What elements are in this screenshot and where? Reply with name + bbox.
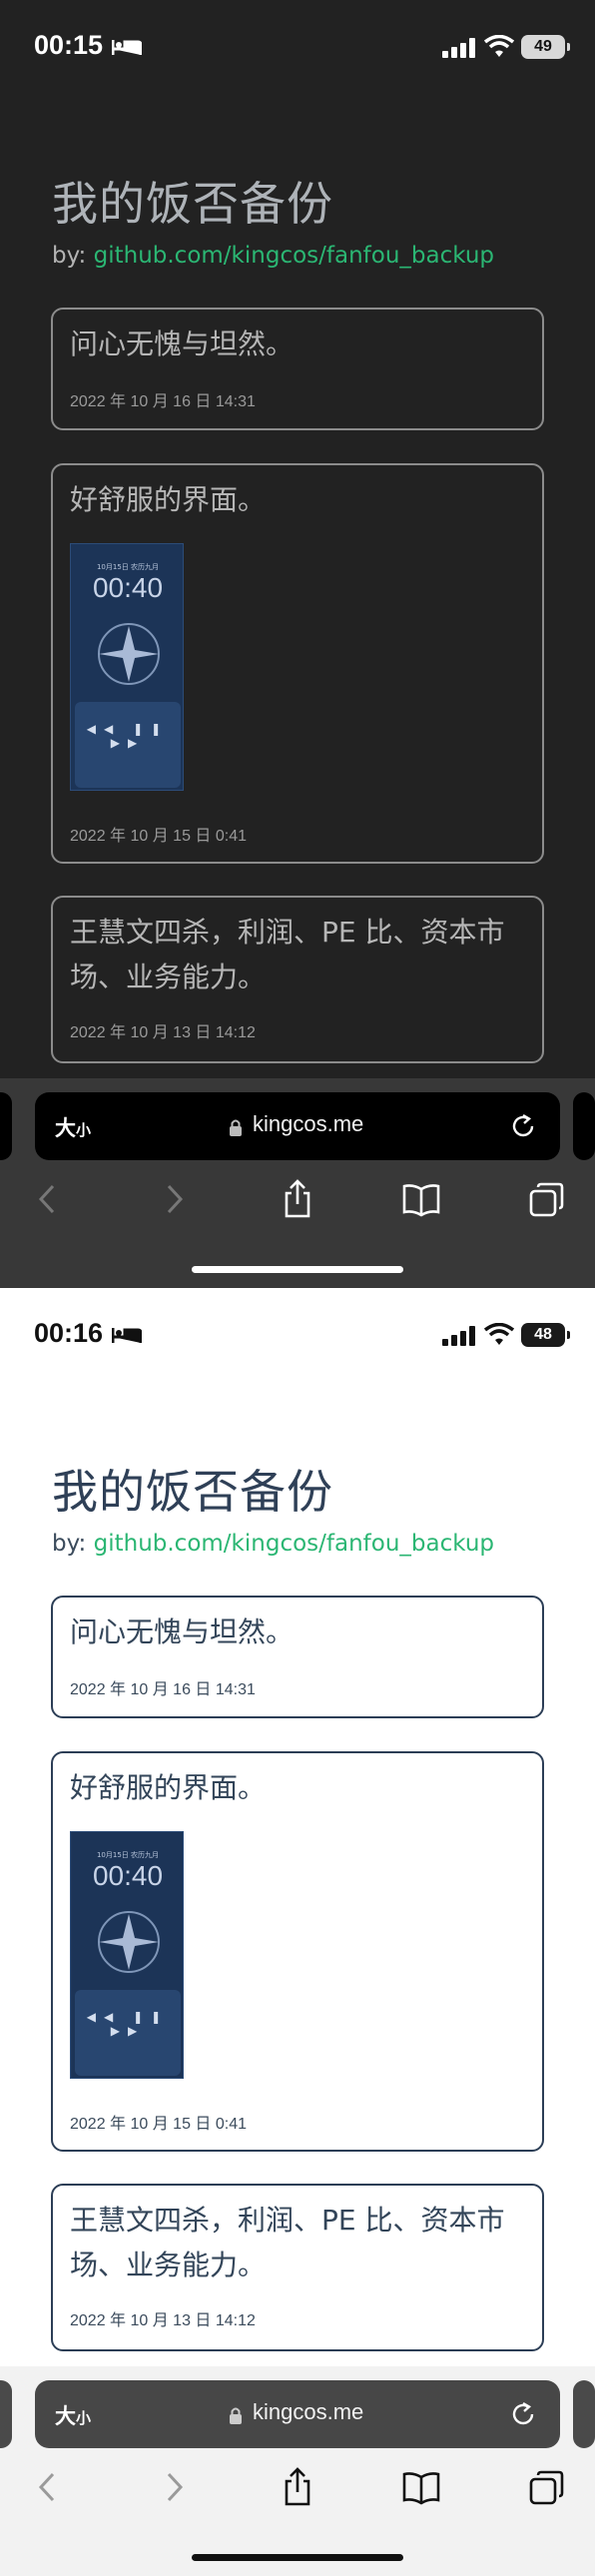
- artwork-icon: [98, 623, 160, 685]
- byline: by: github.com/kingcos/fanfou_backup: [52, 1531, 494, 1557]
- next-tab-edge[interactable]: [573, 1092, 595, 1160]
- home-indicator[interactable]: [192, 2554, 403, 2561]
- wifi-icon: [484, 1323, 514, 1345]
- aa-big-label: 大: [55, 2404, 76, 2428]
- forward-icon[interactable]: [154, 1178, 194, 1220]
- post-card: 问心无愧与坦然。 2022 年 10 月 16 日 14:31: [51, 1596, 544, 1718]
- share-icon[interactable]: [278, 1178, 317, 1220]
- sleep-icon: [112, 1328, 142, 1343]
- sleep-icon: [112, 40, 142, 55]
- reload-icon[interactable]: [509, 2400, 537, 2428]
- address-bar[interactable]: 大小 kingcos.me: [35, 2380, 560, 2448]
- image-date-text: 10月15日 农历九月: [96, 1851, 160, 1859]
- post-date: 2022 年 10 月 13 日 14:12: [70, 2312, 256, 2329]
- lock-icon: [230, 2407, 242, 2424]
- image-date-text: 10月15日 农历九月: [96, 563, 160, 571]
- bookmarks-icon[interactable]: [401, 1178, 441, 1220]
- screenshot-dark: 00:15 49 我的饭否备份 by: github.com/kingcos/f…: [0, 0, 595, 1288]
- previous-tab-edge[interactable]: [0, 2380, 12, 2448]
- image-time-text: 00:40: [92, 1860, 164, 1891]
- tabs-icon[interactable]: [527, 1178, 567, 1220]
- post-card: 王慧文四杀，利润、PE 比、资本市场、业务能力。 2022 年 10 月 13 …: [51, 2184, 544, 2351]
- wifi-icon: [484, 35, 514, 57]
- browser-toolbar: 大小 kingcos.me: [0, 1078, 595, 1288]
- post-text: 好舒服的界面。: [70, 1771, 267, 1804]
- browser-toolbar: 大小 kingcos.me: [0, 2366, 595, 2576]
- byline: by: github.com/kingcos/fanfou_backup: [52, 243, 494, 269]
- player-controls-icon: ◀◀ ❚❚ ▶▶: [86, 722, 170, 750]
- artwork-icon: [98, 1911, 160, 1973]
- home-indicator[interactable]: [192, 1266, 403, 1273]
- signal-icon: [442, 1326, 475, 1346]
- status-bar: 00:15 49: [0, 0, 595, 96]
- back-icon[interactable]: [28, 1178, 68, 1220]
- tabs-icon[interactable]: [527, 2466, 567, 2508]
- page-title: 我的饭否备份: [52, 1465, 333, 1519]
- screenshot-light: 00:16 48 我的饭否备份 by: github.com/kingcos/f…: [0, 1288, 595, 2576]
- repo-link[interactable]: github.com/kingcos/fanfou_backup: [94, 1531, 494, 1557]
- post-text: 问心无愧与坦然。: [70, 327, 295, 360]
- post-date: 2022 年 10 月 16 日 14:31: [70, 1681, 256, 1698]
- forward-icon[interactable]: [154, 2466, 194, 2508]
- battery-indicator: 49: [521, 35, 570, 59]
- post-card: 王慧文四杀，利润、PE 比、资本市场、业务能力。 2022 年 10 月 13 …: [51, 896, 544, 1063]
- reload-icon[interactable]: [509, 1112, 537, 1140]
- post-image[interactable]: 10月15日 农历九月 00:40 ◀◀ ❚❚ ▶▶: [70, 543, 184, 791]
- bookmarks-icon[interactable]: [401, 2466, 441, 2508]
- address-bar[interactable]: 大小 kingcos.me: [35, 1092, 560, 1160]
- repo-link[interactable]: github.com/kingcos/fanfou_backup: [94, 243, 494, 269]
- post-card: 问心无愧与坦然。 2022 年 10 月 16 日 14:31: [51, 308, 544, 430]
- status-bar: 00:16 48: [0, 1288, 595, 1384]
- status-time: 00:15: [34, 30, 104, 60]
- status-time: 00:16: [34, 1318, 104, 1348]
- post-text: 好舒服的界面。: [70, 483, 267, 516]
- reader-options-button[interactable]: 大小: [55, 2400, 91, 2430]
- post-text: 问心无愧与坦然。: [70, 1615, 295, 1648]
- aa-big-label: 大: [55, 1116, 76, 1140]
- battery-indicator: 48: [521, 1323, 570, 1347]
- reader-options-button[interactable]: 大小: [55, 1112, 91, 1142]
- byline-prefix: by:: [52, 243, 94, 269]
- post-date: 2022 年 10 月 15 日 0:41: [70, 2116, 248, 2133]
- signal-icon: [442, 38, 475, 58]
- share-icon[interactable]: [278, 2466, 317, 2508]
- image-time-text: 00:40: [92, 572, 164, 603]
- aa-small-label: 小: [76, 1121, 92, 1139]
- previous-tab-edge[interactable]: [0, 1092, 12, 1160]
- post-text: 王慧文四杀，利润、PE 比、资本市场、业务能力。: [70, 2204, 505, 2281]
- post-text: 王慧文四杀，利润、PE 比、资本市场、业务能力。: [70, 916, 505, 993]
- post-date: 2022 年 10 月 13 日 14:12: [70, 1024, 256, 1041]
- player-controls-icon: ◀◀ ❚❚ ▶▶: [86, 2010, 170, 2038]
- post-date: 2022 年 10 月 16 日 14:31: [70, 393, 256, 410]
- url-text: kingcos.me: [253, 2399, 364, 2424]
- post-image[interactable]: 10月15日 农历九月 00:40 ◀◀ ❚❚ ▶▶: [70, 1831, 184, 2079]
- post-card: 好舒服的界面。 10月15日 农历九月 00:40 ◀◀ ❚❚ ▶▶ 2022 …: [51, 463, 544, 864]
- page-title: 我的饭否备份: [52, 177, 333, 231]
- lock-icon: [230, 1119, 242, 1136]
- aa-small-label: 小: [76, 2409, 92, 2427]
- next-tab-edge[interactable]: [573, 2380, 595, 2448]
- url-text: kingcos.me: [253, 1111, 364, 1136]
- post-date: 2022 年 10 月 15 日 0:41: [70, 828, 248, 845]
- post-card: 好舒服的界面。 10月15日 农历九月 00:40 ◀◀ ❚❚ ▶▶ 2022 …: [51, 1751, 544, 2152]
- back-icon[interactable]: [28, 2466, 68, 2508]
- byline-prefix: by:: [52, 1531, 94, 1557]
